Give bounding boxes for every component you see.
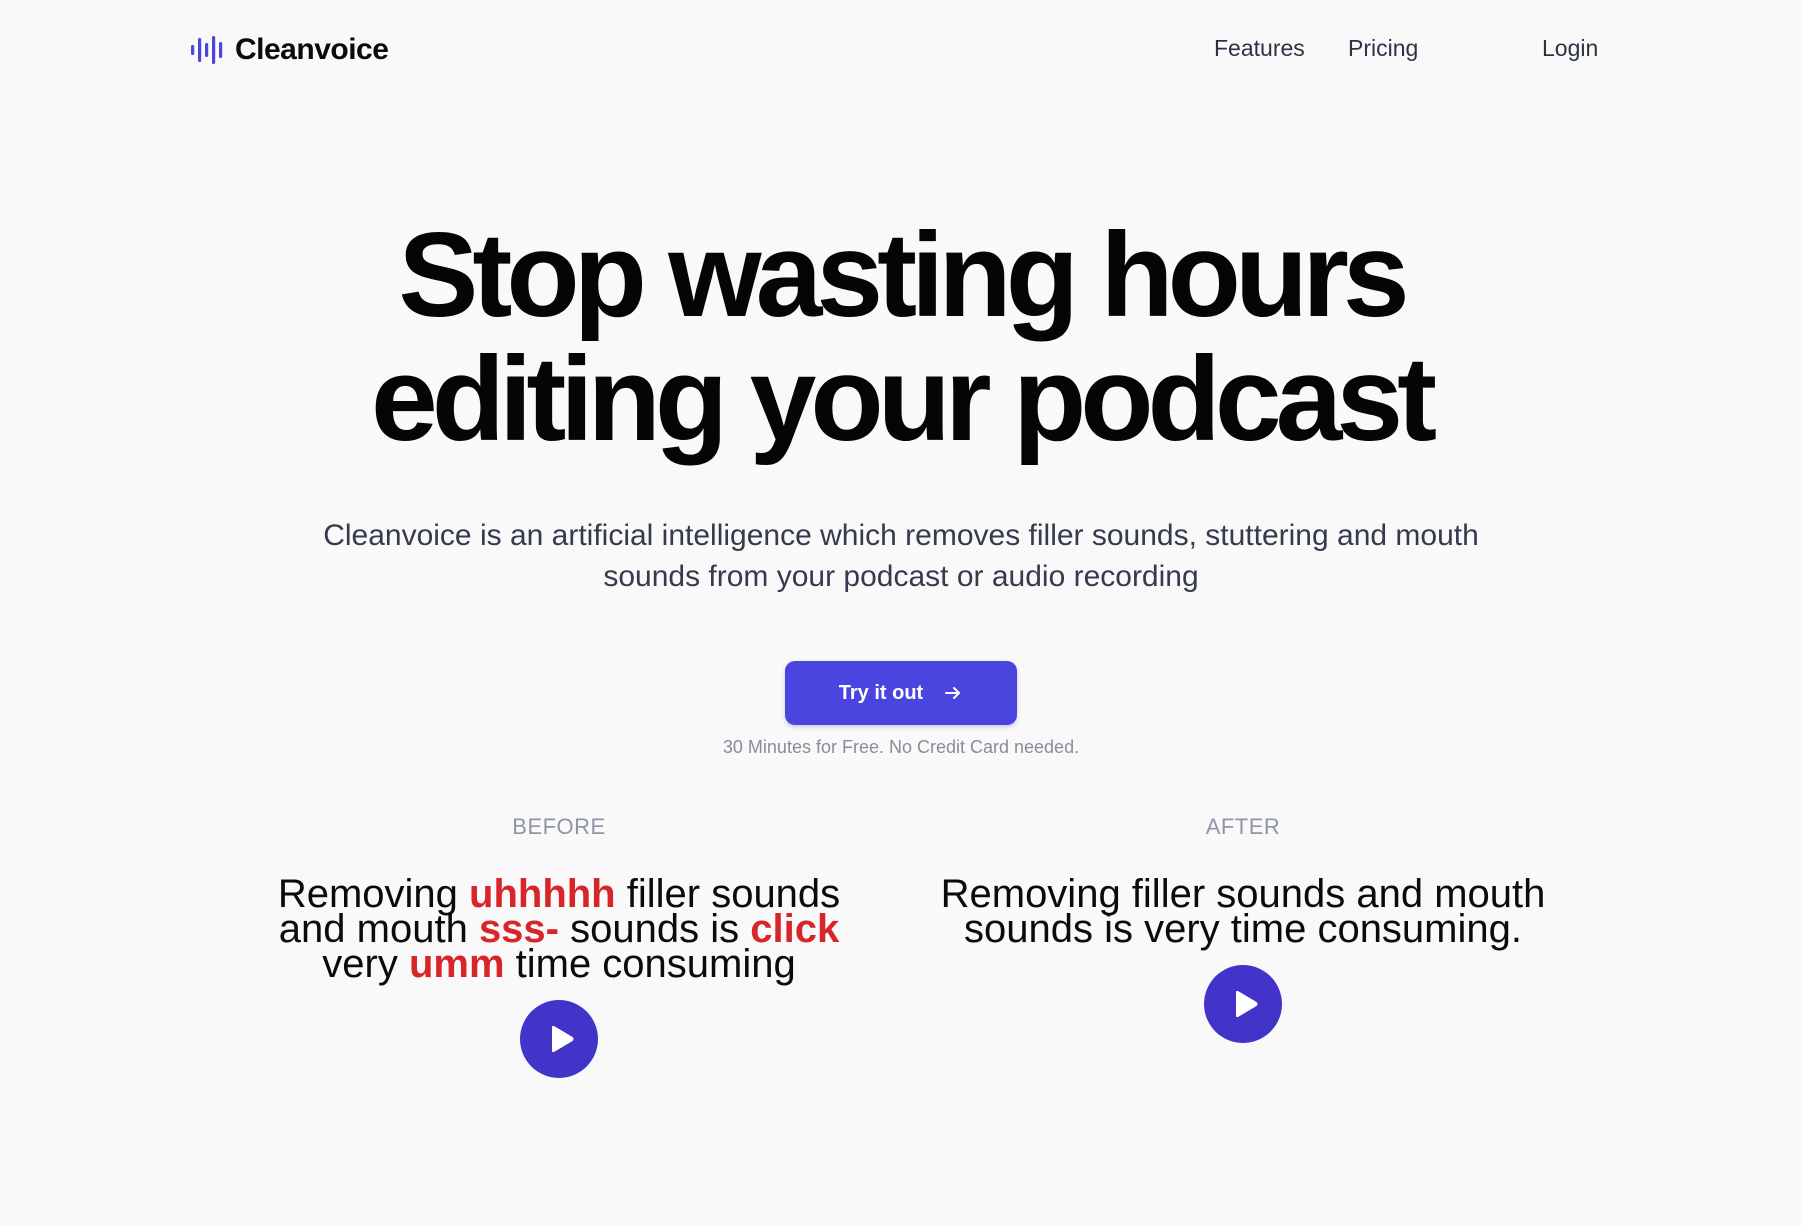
after-label: AFTER [1205, 814, 1281, 839]
try-it-out-button[interactable]: Try it out [785, 661, 1017, 725]
nav-links: Features Pricing Login [0, 33, 1802, 63]
before-text-segment: time consuming [504, 942, 796, 986]
hero-title-line-1: Stop wasting hours [398, 208, 1409, 342]
play-icon [552, 1025, 574, 1053]
nav-link-login[interactable]: Login [1542, 33, 1598, 63]
play-icon [1236, 990, 1258, 1018]
hero-title-line-2: editing your podcast [370, 332, 1437, 466]
hero-subtitle: Cleanvoice is an artificial intelligence… [323, 519, 1479, 593]
after-play-button[interactable] [1204, 965, 1282, 1043]
before-play-button[interactable] [520, 1000, 598, 1078]
filler-word: umm [408, 942, 505, 986]
arrow-right-icon [945, 687, 961, 699]
hero-title: Stop wasting hours editing your podcast [0, 213, 1802, 461]
free-trial-note: 30 Minutes for Free. No Credit Card need… [722, 737, 1080, 757]
nav-link-features[interactable]: Features [1214, 33, 1305, 63]
after-transcript: Removing filler sounds and mouth sounds … [940, 872, 1546, 951]
after-sample: AFTER Removing filler sounds and mouth s… [923, 813, 1563, 1043]
try-it-out-label: Try it out [838, 681, 924, 704]
before-label: BEFORE [512, 814, 606, 839]
nav-link-pricing[interactable]: Pricing [1348, 33, 1418, 63]
before-sample: BEFORE Removing uhhhhh filler sounds and… [239, 813, 879, 1078]
before-transcript: Removing uhhhhh filler sounds and mouth … [239, 874, 879, 984]
before-text-segment: very [322, 942, 409, 986]
top-nav: Cleanvoice Features Pricing Login [0, 0, 1802, 100]
